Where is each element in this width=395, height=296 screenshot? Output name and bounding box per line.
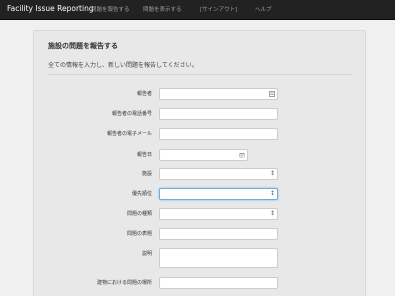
email-input[interactable] [159,128,278,140]
reporter-label: 報告者 [136,91,152,97]
location-label: 建物における問題の場所 [96,280,152,286]
facility-label: 施設 [141,171,152,177]
date-input[interactable] [159,149,248,161]
form-row-phone: 報告者の電話番号 [34,108,367,120]
issue-type-select[interactable]: ↕ [159,208,278,220]
priority-select[interactable]: ↕ [159,188,278,200]
form-row-title: 問題の表題 [34,228,367,240]
nav-view-issues[interactable]: 問題を表示する [143,5,182,13]
nav-sign-out[interactable]: [サインアウト] [200,5,237,13]
brand-link[interactable]: Facility Issue Reporting [7,4,94,13]
title-label: 問題の表題 [126,231,152,237]
title-input[interactable] [159,228,278,240]
divider [48,74,353,75]
form-row-priority: 優先順位 ↕ [34,188,367,200]
contact-card-icon [269,91,275,97]
reporter-input[interactable] [159,88,278,100]
form-row-issue-type: 問題の種類 ↕ [34,208,367,220]
calendar-icon[interactable] [239,152,245,158]
up-down-caret-icon: ↕ [269,190,275,197]
phone-label: 報告者の電話番号 [111,111,152,117]
report-form-panel: 施設の問題を報告する 全ての情報を入力し、新しい問題を報告してください。 報告者… [33,30,366,296]
form-row-location: 建物における問題の場所 [34,277,367,289]
facility-select[interactable]: ↕ [159,168,278,180]
form-row-email: 報告者の電子メール [34,128,367,140]
form-row-date: 報告日 [34,149,367,161]
page-title: 施設の問題を報告する [48,42,118,50]
description-label: 説明 [141,251,152,257]
form-row-reporter: 報告者 [34,88,367,100]
description-textarea[interactable] [159,248,278,268]
priority-label: 優先順位 [131,191,152,197]
nav-report-issue[interactable]: 問題を報告する [91,5,130,13]
form-row-description: 説明 [34,248,367,268]
location-input[interactable] [159,277,278,289]
form-row-facility: 施設 ↕ [34,168,367,180]
up-down-caret-icon: ↕ [269,170,275,177]
phone-input[interactable] [159,108,278,120]
issue-type-label: 問題の種類 [126,211,152,217]
page-intro: 全ての情報を入力し、新しい問題を報告してください。 [48,62,198,69]
date-label: 報告日 [136,152,152,158]
nav-help[interactable]: ヘルプ [255,5,272,13]
top-navbar: Facility Issue Reporting 問題を報告する 問題を表示する… [0,0,395,20]
email-label: 報告者の電子メール [106,131,152,137]
up-down-caret-icon: ↕ [269,210,275,217]
